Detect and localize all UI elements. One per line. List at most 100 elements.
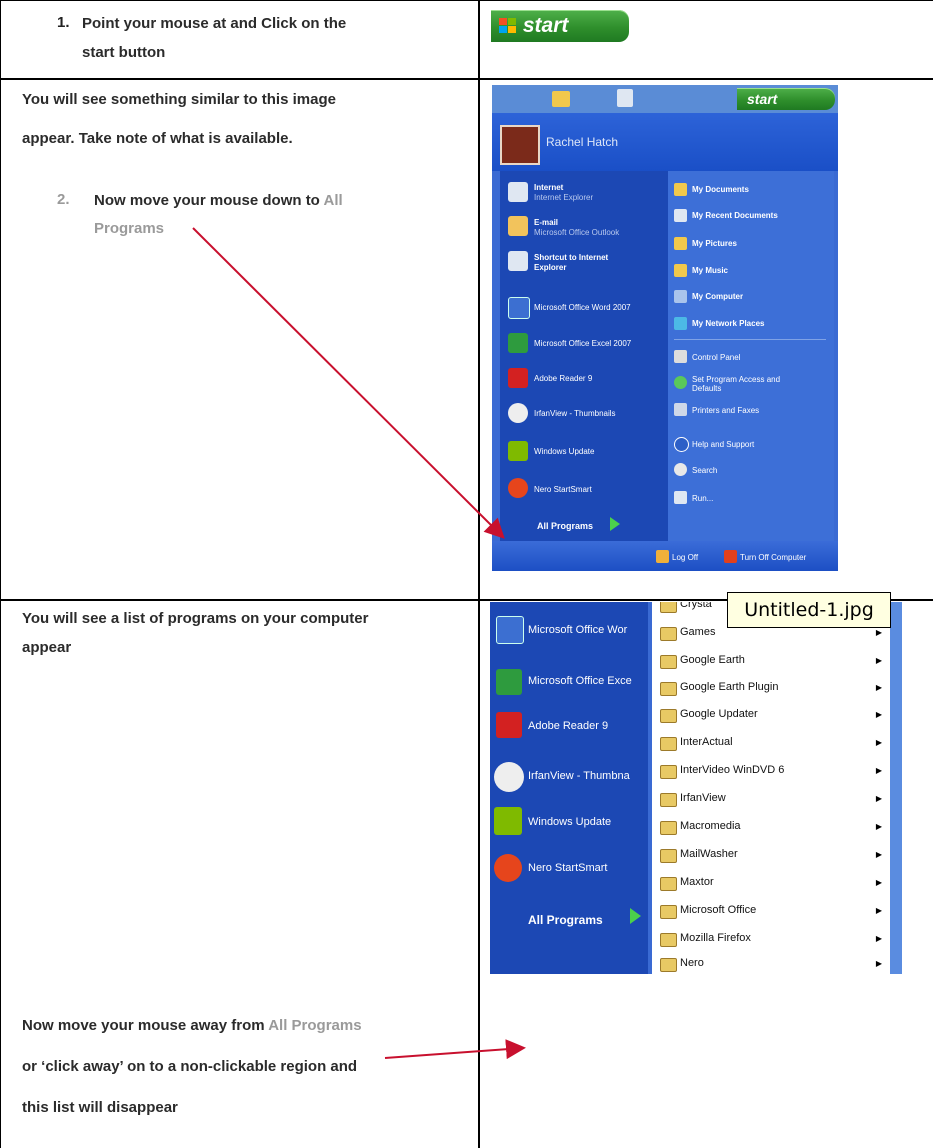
recent-windows-update[interactable]: Windows Update [534,447,594,457]
nero-icon [494,854,522,882]
folder-icon [660,602,677,613]
row-2-text-line2: appear. Take note of what is available. [22,130,293,147]
arrow-to-all-programs [192,227,505,539]
programs-left-windows-update[interactable]: Windows Update [528,816,611,828]
arrow-to-blank-region [384,1039,526,1060]
program-access-icon [674,376,687,389]
recent-adobe[interactable]: Adobe Reader 9 [534,374,592,384]
folder-icon [660,765,677,779]
recent-word[interactable]: Microsoft Office Word 2007 [534,303,631,313]
programs-left-adobe[interactable]: Adobe Reader 9 [528,720,608,732]
submenu-arrow-icon: ▶ [875,822,882,831]
search-icon [674,463,687,476]
folder-icon [660,849,677,863]
row-4-highlight-all-programs: All Programs [268,1017,362,1034]
adobe-reader-icon [496,712,522,738]
table-row-divider-1 [0,78,933,80]
right-my-computer[interactable]: My Computer [692,292,743,302]
user-avatar [500,125,540,165]
step-2-number: 2. [57,191,70,208]
windows-update-icon [508,441,528,461]
recent-irfanview[interactable]: IrfanView - Thumbnails [534,409,616,419]
right-search[interactable]: Search [692,466,717,476]
run-icon [674,491,687,504]
right-my-network-places[interactable]: My Network Places [692,319,764,329]
folder-item-maxtor[interactable]: Maxtor ▶ [658,874,888,894]
submenu-arrow-icon: ▶ [875,850,882,859]
folder-item-google-earth[interactable]: Google Earth ▶ [658,652,888,672]
right-help-support[interactable]: Help and Support [692,440,754,450]
submenu-arrow-icon: ▶ [875,934,882,943]
desktop-document-icon [617,89,633,107]
recent-excel[interactable]: Microsoft Office Excel 2007 [534,339,631,349]
folder-item-mozilla-firefox[interactable]: Mozilla Firefox ▶ [658,930,888,950]
programs-left-irfanview[interactable]: IrfanView - Thumbna [528,770,630,782]
row-3-text-line2: appear [22,639,72,656]
adobe-reader-icon [508,368,528,388]
start-menu-header [492,113,838,171]
right-my-music[interactable]: My Music [692,266,728,276]
programs-all-programs-arrow-icon [630,908,641,924]
submenu-arrow-icon: ▶ [875,710,882,719]
folder-item-nero[interactable]: Nero ▶ [658,955,888,974]
windows-update-icon [494,807,522,835]
help-icon [674,437,689,452]
programs-left-word[interactable]: Microsoft Office Wor [528,624,627,636]
step-1-number: 1. [57,14,70,31]
folder-icon [660,821,677,835]
all-programs-link[interactable]: All Programs [537,521,593,531]
folder-icon [660,627,677,641]
folder-icon [660,655,677,669]
instruction-document: 1. Point your mouse at and Click on the … [0,0,933,1148]
my-network-places-icon [674,317,687,330]
outlook-icon [508,216,528,236]
right-my-recent-documents[interactable]: My Recent Documents [692,211,778,221]
turn-off-button[interactable]: Turn Off Computer [740,553,806,563]
programs-left-excel[interactable]: Microsoft Office Exce [528,675,632,687]
row-4-text-line2: or ‘click away’ on to a non-clickable re… [22,1058,358,1075]
right-my-documents[interactable]: My Documents [692,185,749,195]
desktop-folder-icon [552,91,570,107]
submenu-arrow-icon: ▶ [875,959,882,968]
internet-explorer-icon [508,182,528,202]
folder-icon [660,737,677,751]
right-control-panel[interactable]: Control Panel [692,353,740,363]
folder-item-interactual[interactable]: InterActual ▶ [658,734,888,754]
windows-flag-icon [499,18,517,34]
log-off-button[interactable]: Log Off [672,553,698,563]
folder-item-mailwasher[interactable]: MailWasher ▶ [658,846,888,866]
right-printers-faxes[interactable]: Printers and Faxes [692,406,759,416]
start-menu-start-label: start [747,91,778,107]
start-menu-screenshot: start Rachel Hatch Internet Internet Expl… [492,85,838,571]
start-menu-start-button[interactable]: start [737,88,835,110]
submenu-arrow-icon: ▶ [875,906,882,915]
pinned-email[interactable]: E-mail Microsoft Office Outlook [534,218,619,238]
folder-icon [660,793,677,807]
right-my-pictures[interactable]: My Pictures [692,239,737,249]
submenu-arrow-icon: ▶ [875,683,882,692]
right-defaults[interactable]: Defaults [692,384,721,394]
my-music-icon [674,264,687,277]
pinned-shortcut-ie[interactable]: Shortcut to Internet Explorer [534,253,608,273]
programs-left-nero[interactable]: Nero StartSmart [528,862,607,874]
step-2-text-a: Now move your mouse down to [94,192,320,209]
submenu-arrow-icon: ▶ [875,794,882,803]
folder-item-macromedia[interactable]: Macromedia ▶ [658,818,888,838]
folder-item-google-earth-plugin[interactable]: Google Earth Plugin ▶ [658,679,888,699]
row-3-text-line1: You will see a list of programs on your … [22,610,369,627]
start-button[interactable]: start [491,10,629,42]
table-border-top [0,0,933,1]
my-documents-icon [674,183,687,196]
recent-nero[interactable]: Nero StartSmart [534,485,592,495]
programs-all-programs[interactable]: All Programs [528,913,603,927]
pinned-internet[interactable]: Internet Internet Explorer [534,183,593,203]
folder-item-microsoft-office[interactable]: Microsoft Office ▶ [658,902,888,922]
folder-item-google-updater[interactable]: Google Updater ▶ [658,706,888,726]
folder-item-intervideo[interactable]: InterVideo WinDVD 6 ▶ [658,762,888,782]
right-run[interactable]: Run... [692,494,713,504]
step-1-text-line1: Point your mouse at and Click on the [82,15,347,32]
folder-icon [660,958,677,972]
folder-item-irfanview[interactable]: IrfanView ▶ [658,790,888,810]
row-4-text-line3: this list will disappear [22,1099,178,1116]
programs-folder-list: Crysta Games ▶ Google Earth ▶ Google Ear… [652,602,890,974]
